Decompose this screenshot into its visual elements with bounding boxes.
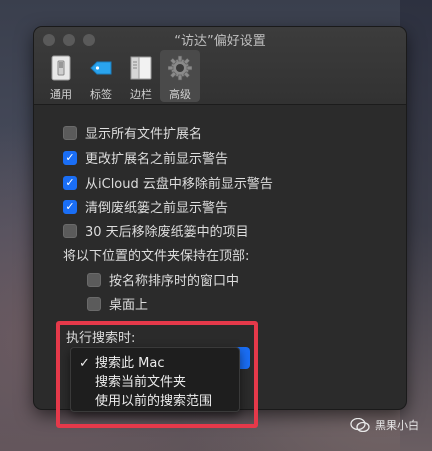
- option-remove-trash-30-days[interactable]: 30 天后移除废纸篓中的项目: [63, 221, 249, 240]
- tab-sidebar-label: 边栏: [130, 88, 152, 101]
- tab-advanced-label: 高级: [169, 88, 191, 101]
- tab-sidebar[interactable]: 边栏: [121, 50, 161, 102]
- general-switch-icon: [51, 55, 71, 81]
- tab-advanced[interactable]: 高级: [160, 50, 200, 102]
- tag-icon: [90, 61, 112, 75]
- option-label: 30 天后移除废纸篓中的项目: [85, 225, 249, 240]
- annotation-highlight-box: [56, 321, 258, 428]
- option-label: 更改扩展名之前显示警告: [85, 152, 229, 167]
- window-title: “访达”偏好设置: [174, 34, 266, 49]
- warn-icloud-remove-checkbox[interactable]: [63, 175, 77, 190]
- option-label: 按名称排序时的窗口中: [109, 274, 240, 289]
- tab-general[interactable]: 通用: [41, 50, 81, 102]
- folders-top-windows-checkbox[interactable]: [87, 272, 101, 287]
- option-folders-top-desktop[interactable]: 桌面上: [87, 294, 148, 313]
- watermark-text: 黑果小白: [375, 419, 419, 432]
- tab-tags[interactable]: 标签: [81, 50, 121, 102]
- titlebar: “访达”偏好设置 通用 标签 边栏 高级: [34, 27, 406, 105]
- option-label: 清倒废纸篓之前显示警告: [85, 201, 229, 216]
- option-folders-top-windows[interactable]: 按名称排序时的窗口中: [87, 270, 239, 289]
- option-label: 从iCloud 云盘中移除前显示警告: [85, 177, 273, 192]
- gear-icon: [168, 55, 192, 81]
- option-warn-empty-trash[interactable]: 清倒废纸篓之前显示警告: [63, 197, 228, 216]
- option-show-extensions[interactable]: 显示所有文件扩展名: [63, 123, 202, 142]
- option-warn-icloud-remove[interactable]: 从iCloud 云盘中移除前显示警告: [63, 173, 273, 192]
- show-extensions-checkbox[interactable]: [63, 125, 77, 140]
- option-label: 桌面上: [109, 298, 149, 313]
- sidebar-icon: [130, 56, 152, 80]
- warn-extension-change-checkbox[interactable]: [63, 150, 77, 165]
- tab-tags-label: 标签: [90, 88, 112, 101]
- folders-top-heading: 将以下位置的文件夹保持在顶部:: [63, 249, 250, 264]
- wechat-icon: [350, 418, 370, 432]
- remove-trash-30-days-checkbox[interactable]: [63, 223, 77, 238]
- watermark: 黑果小白: [350, 417, 419, 433]
- tab-general-label: 通用: [50, 88, 72, 101]
- option-warn-extension-change[interactable]: 更改扩展名之前显示警告: [63, 148, 228, 167]
- warn-empty-trash-checkbox[interactable]: [63, 199, 77, 214]
- folders-top-desktop-checkbox[interactable]: [87, 296, 101, 311]
- option-label: 显示所有文件扩展名: [85, 127, 203, 142]
